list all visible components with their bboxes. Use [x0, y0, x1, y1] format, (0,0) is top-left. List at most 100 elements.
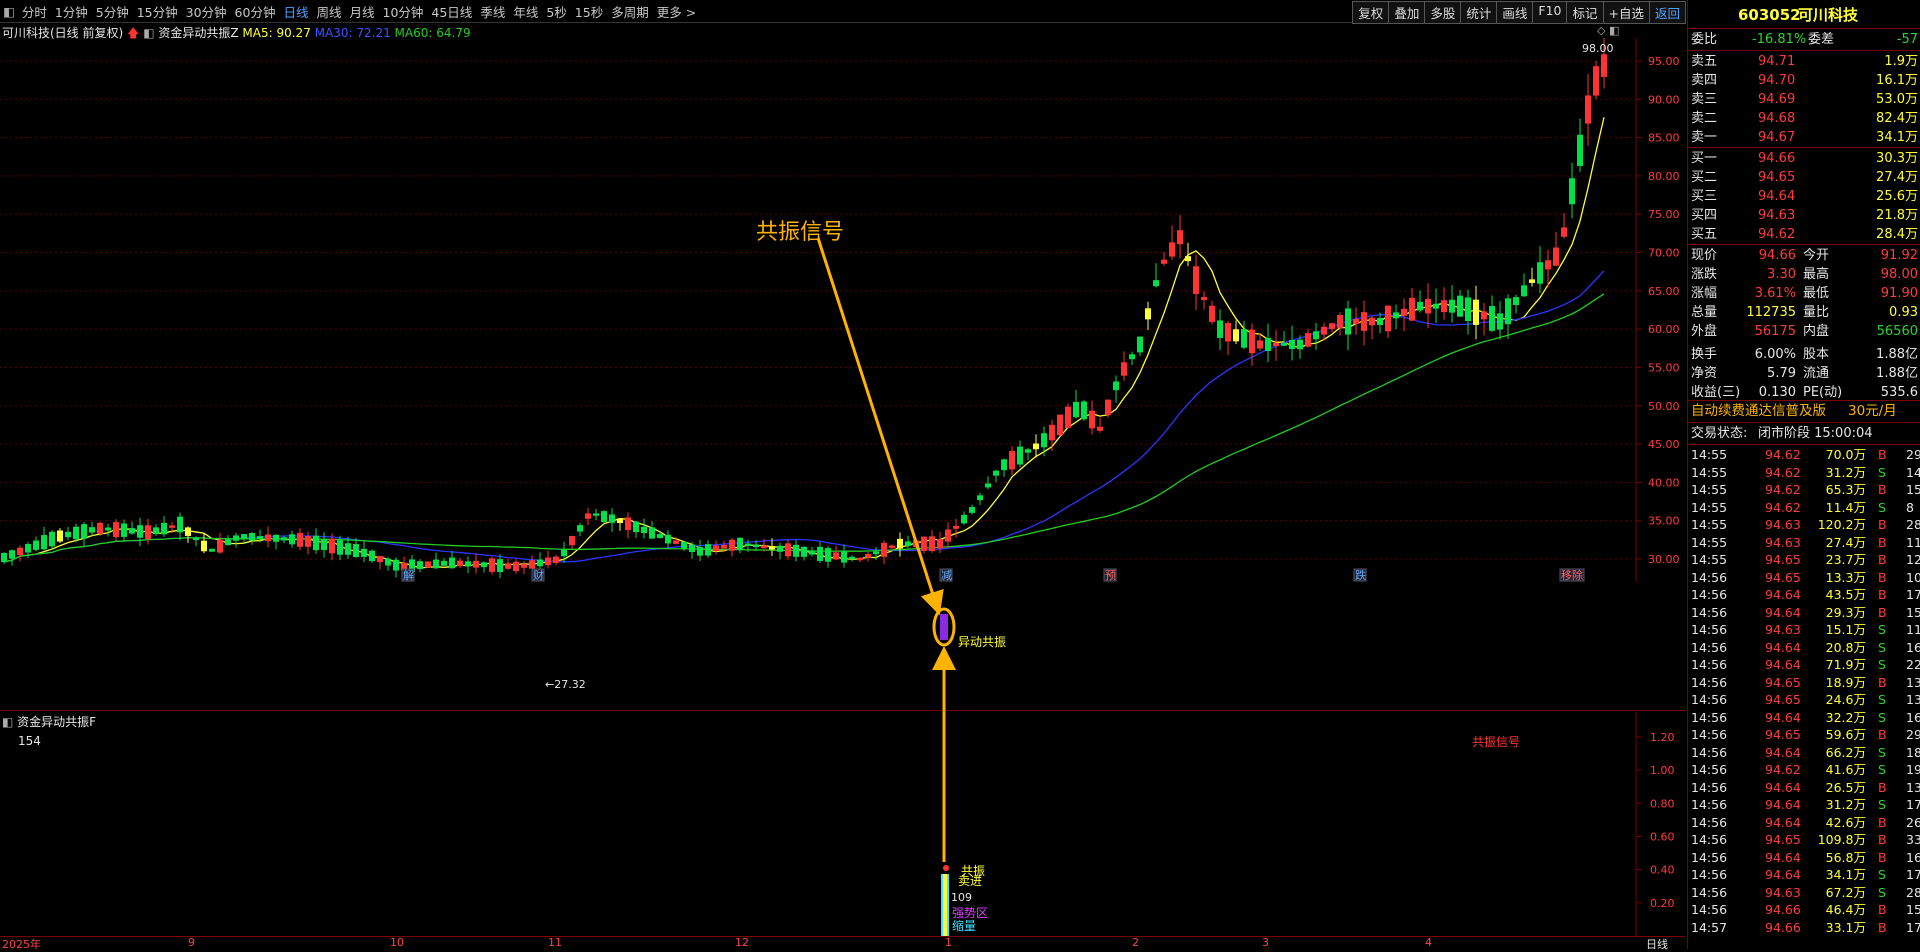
tick-price: 94.62: [1765, 447, 1801, 462]
candle-body: [1377, 317, 1383, 325]
price-tick: 45.00: [1648, 438, 1680, 451]
date-label: 11: [548, 936, 562, 949]
candle-body: [1001, 459, 1007, 471]
candle-body: [1225, 322, 1231, 342]
candle-body: [513, 561, 519, 572]
candle-body: [377, 556, 383, 563]
period-tab-12[interactable]: 年线: [509, 2, 542, 21]
price-tick: 80.00: [1648, 170, 1680, 183]
period-tab-16[interactable]: 更多 >: [653, 2, 700, 21]
candle-body: [1105, 399, 1111, 416]
tick-row: 14:56 94.64 31.2万 S 17: [1688, 796, 1920, 813]
period-tab-5[interactable]: 60分钟: [231, 2, 280, 21]
level-volume: 34.1万: [1876, 130, 1918, 145]
candle-body: [529, 560, 535, 569]
tick-time: 14:56: [1691, 797, 1728, 812]
tick-volume: 24.6万: [1825, 692, 1866, 707]
level-label: 卖二: [1691, 111, 1718, 126]
period-tab-15[interactable]: 多周期: [607, 2, 653, 21]
tick-count: 15: [1906, 482, 1920, 497]
tick-side: B: [1878, 517, 1887, 532]
period-tab-6[interactable]: 日线: [279, 2, 312, 21]
tool-button-3[interactable]: 统计: [1460, 1, 1498, 24]
period-tab-13[interactable]: 5秒: [542, 2, 570, 21]
tick-row: 14:56 94.64 42.6万 B 26: [1688, 814, 1920, 831]
event-marker[interactable]: 预: [1105, 569, 1116, 582]
level-volume: 30.3万: [1876, 151, 1918, 166]
tick-price: 94.64: [1765, 797, 1801, 812]
candle-body: [1561, 227, 1567, 237]
promo-text[interactable]: 自动续费通达信普及版: [1691, 402, 1826, 421]
period-tab-0[interactable]: 分时: [18, 2, 51, 21]
period-tab-1[interactable]: 1分钟: [51, 2, 92, 21]
tool-button-6[interactable]: 标记: [1566, 1, 1604, 24]
event-marker[interactable]: 财: [533, 568, 544, 582]
period-tab-7[interactable]: 周线: [312, 2, 345, 21]
period-tab-11[interactable]: 季线: [476, 2, 509, 21]
candle-body: [281, 537, 287, 541]
event-marker[interactable]: 移除: [1561, 568, 1583, 582]
tick-volume: 46.4万: [1825, 902, 1866, 917]
tick-time: 14:56: [1691, 884, 1728, 900]
candle-body: [25, 544, 31, 553]
tool-button-5[interactable]: F10: [1532, 1, 1568, 24]
event-marker[interactable]: 解: [403, 568, 414, 582]
tool-button-0[interactable]: 复权: [1352, 1, 1390, 24]
candle-body: [457, 560, 463, 567]
tick-count: 26: [1906, 814, 1920, 830]
candle-body: [89, 527, 95, 533]
tick-price: 94.64: [1765, 639, 1801, 655]
tick-count: 10: [1906, 569, 1920, 585]
tick-count: 19: [1906, 762, 1920, 777]
candle-body: [225, 539, 231, 546]
promo-row[interactable]: 自动续费通达信普及版 30元/月: [1688, 402, 1920, 421]
tick-time: 14:56: [1691, 867, 1728, 882]
event-marker[interactable]: 减: [941, 569, 952, 582]
candle-body: [441, 560, 447, 566]
candle-body: [1257, 340, 1263, 349]
candle-body: [1497, 313, 1503, 330]
candle-body: [649, 527, 655, 539]
candle-body: [505, 563, 511, 569]
period-tab-9[interactable]: 10分钟: [379, 2, 428, 21]
period-tab-14[interactable]: 15秒: [571, 2, 607, 21]
promo-price[interactable]: 30元/月: [1848, 402, 1897, 421]
date-label: 9: [188, 936, 195, 949]
tool-button-7[interactable]: +自选: [1602, 1, 1650, 24]
candle-body: [49, 531, 55, 547]
tool-button-1[interactable]: 叠加: [1388, 1, 1426, 24]
indicator-chart[interactable]: 1.20 1.00 0.80 0.60 0.40 0.20: [0, 712, 1686, 936]
tick-time: 14:55: [1691, 499, 1728, 515]
level-label: 卖五: [1691, 54, 1718, 69]
candle-body: [121, 523, 127, 537]
tick-volume: 26.5万: [1825, 779, 1866, 795]
period-tab-3[interactable]: 15分钟: [133, 2, 182, 21]
signal-label: 异动共振: [958, 635, 1007, 649]
level-label: 买二: [1691, 170, 1718, 185]
stat-label: 现价: [1691, 248, 1718, 263]
period-tab-4[interactable]: 30分钟: [182, 2, 231, 21]
period-tab-2[interactable]: 5分钟: [92, 2, 133, 21]
candle-body: [321, 538, 327, 551]
candle-body: [1409, 297, 1415, 321]
candle-body: [785, 543, 791, 557]
period-tab-8[interactable]: 月线: [345, 2, 378, 21]
candle-body: [1425, 298, 1431, 314]
chart-corner-icons[interactable]: ◇ ◧: [1597, 24, 1619, 37]
tool-button-8[interactable]: 返回: [1648, 1, 1686, 24]
tool-button-4[interactable]: 画线: [1496, 1, 1534, 24]
candle-body: [1017, 446, 1023, 465]
candle-body: [1601, 54, 1607, 77]
candle-body: [1505, 298, 1511, 325]
event-marker[interactable]: 跌: [1355, 568, 1366, 582]
candle-body: [1161, 259, 1167, 264]
period-tab-10[interactable]: 45日线: [427, 2, 476, 21]
panel-toggle-icon[interactable]: ◧: [0, 4, 18, 19]
candle-body: [1097, 426, 1103, 431]
sub-tick: 1.00: [1650, 764, 1675, 777]
candlestick-chart[interactable]: 解 财 减 预 跌 移除 95.00 90.00 85.00 80.00 75.00 70.00 65…: [0, 38, 1686, 582]
tool-button-2[interactable]: 多股: [1424, 1, 1462, 24]
tick-count: 29: [1906, 727, 1920, 742]
tick-side: B: [1878, 674, 1887, 690]
tick-count: 16: [1906, 709, 1920, 725]
